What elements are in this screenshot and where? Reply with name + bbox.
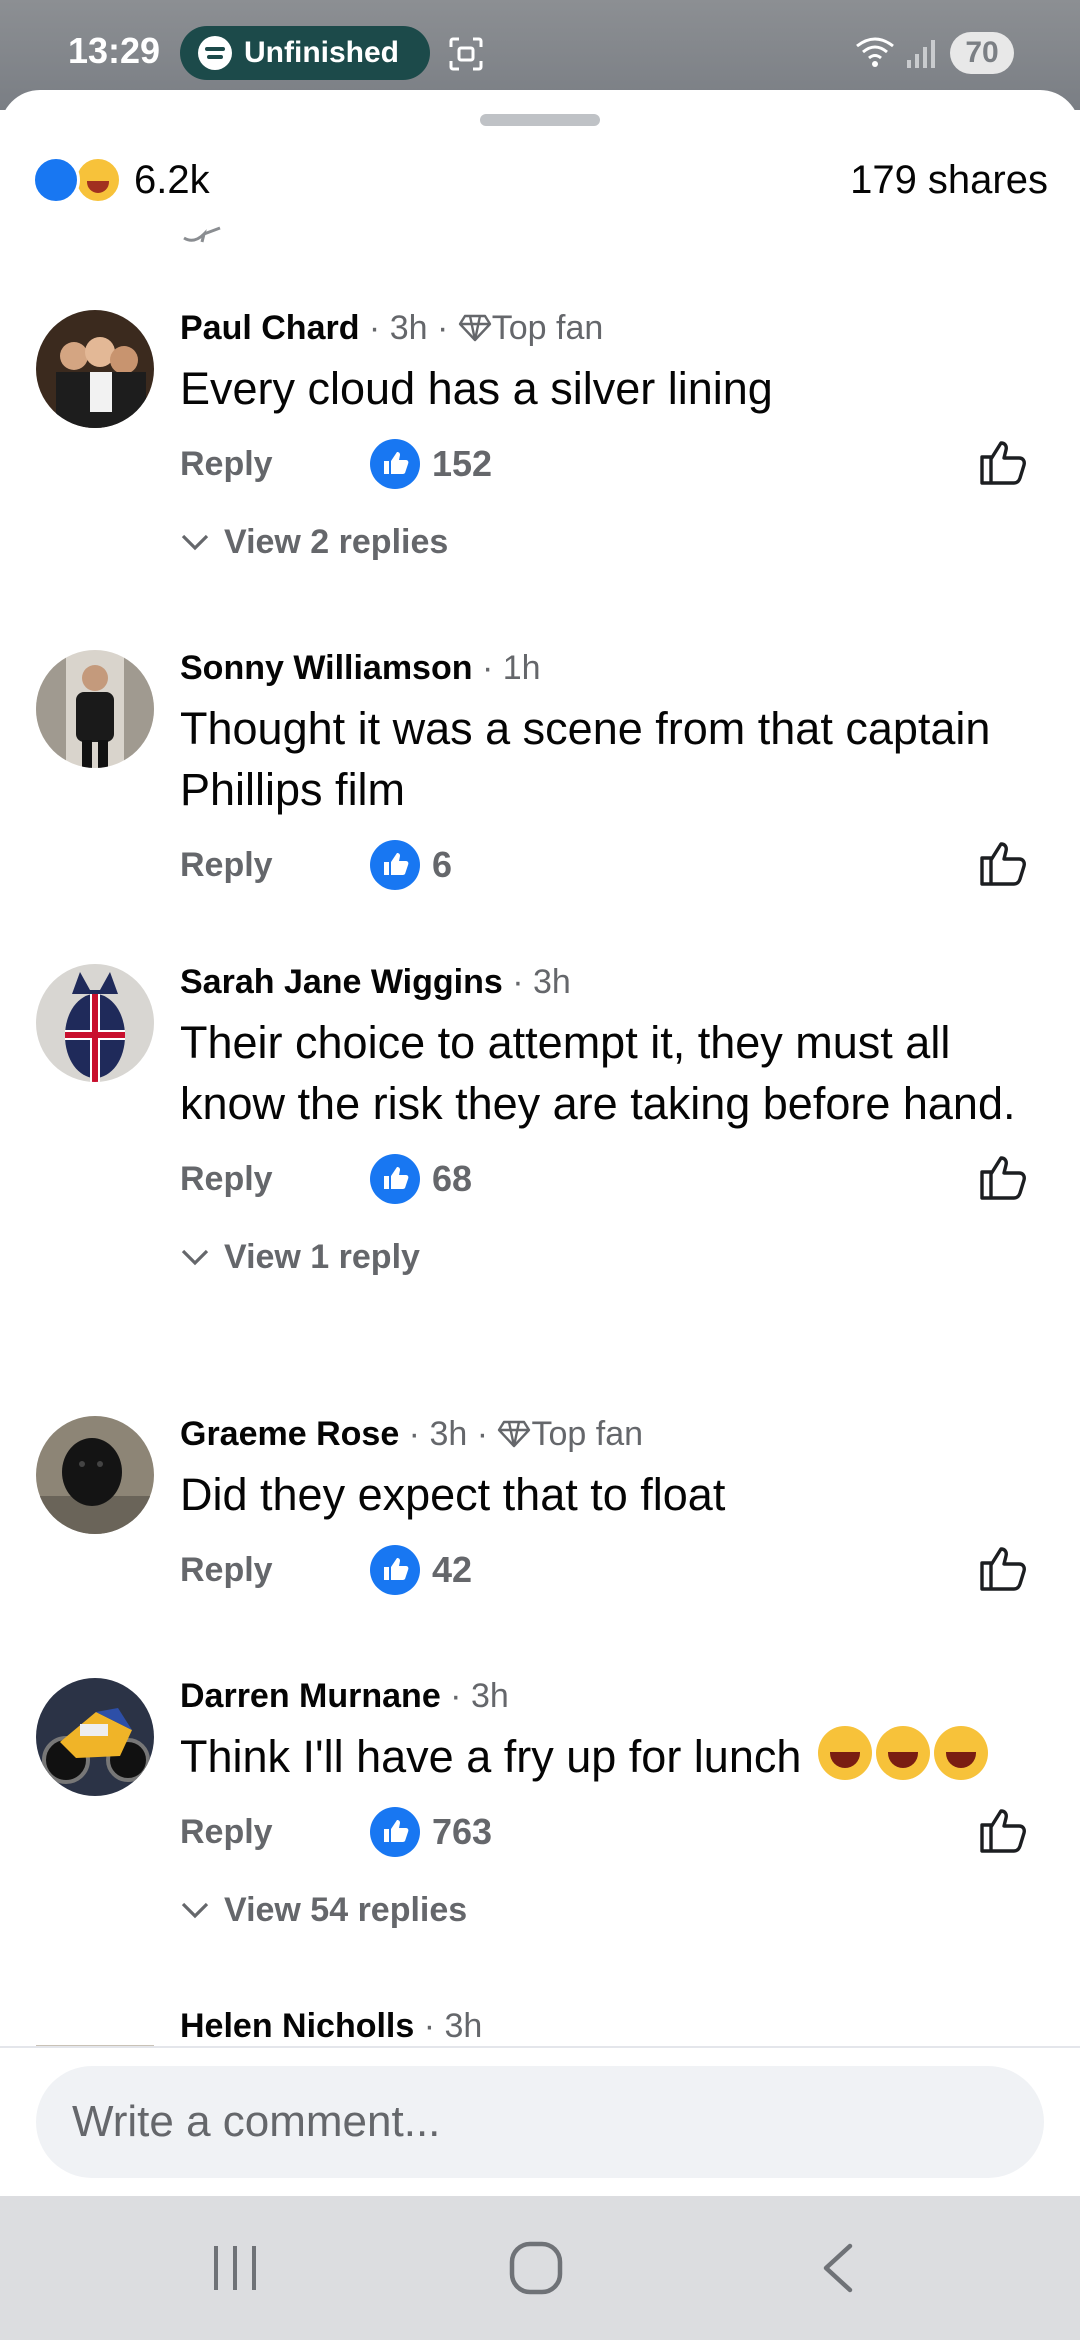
avatar[interactable] <box>36 1416 154 1534</box>
reaction-count: 6.2k <box>134 157 210 202</box>
view-replies-link[interactable]: View 1 reply <box>180 1232 1040 1282</box>
comment-actions: Reply 6 <box>180 836 1040 906</box>
reply-button[interactable]: Reply <box>180 1160 273 1199</box>
thumbs-up-icon[interactable] <box>976 1541 1030 1595</box>
comment-meta: · 3h · <box>399 1415 498 1453</box>
signal-icon <box>907 40 935 68</box>
comment-author[interactable]: Darren Murnane <box>180 1677 441 1715</box>
comment-author[interactable]: Sarah Jane Wiggins <box>180 963 503 1001</box>
clock: 13:29 <box>68 30 161 71</box>
avatar[interactable] <box>36 310 154 428</box>
like-badge-icon <box>370 439 420 489</box>
comment-actions: Reply 68 <box>180 1150 1040 1220</box>
home-icon[interactable] <box>506 2238 566 2298</box>
rofl-emoji-icon <box>817 1726 872 1780</box>
like-count: 152 <box>432 443 493 484</box>
chevron-down-icon <box>181 534 209 551</box>
reply-button[interactable]: Reply <box>180 1551 273 1590</box>
comment-item: Helen Nicholls · 3h <box>0 2006 1080 2046</box>
top-fan-badge: Top fan <box>491 309 604 347</box>
reply-button[interactable]: Reply <box>180 445 273 484</box>
like-count: 763 <box>432 1811 493 1852</box>
comment-text: Did they expect that to float <box>180 1469 726 1520</box>
comments-sheet: 6.2k 179 shares Paul Chard · 3h · Top fa… <box>0 90 1080 2340</box>
media-pill[interactable]: Unfinished <box>180 26 430 80</box>
like-count: 42 <box>432 1549 473 1590</box>
comment-meta: · 3h · <box>359 309 458 347</box>
comment-meta: · 3h <box>502 963 571 1001</box>
system-nav-bar <box>0 2196 1080 2340</box>
wifi-icon <box>856 37 894 67</box>
comment-text: Their choice to attempt it, they must al… <box>180 1017 1016 1129</box>
comment-body: Graeme Rose · 3h · Top fan Did they expe… <box>180 1412 1040 1611</box>
comment-author[interactable]: Sonny Williamson <box>180 649 473 687</box>
partial-icon <box>183 226 221 243</box>
back-icon[interactable] <box>818 2240 858 2296</box>
comment-text: Think I'll have a fry up for lunch <box>180 1731 802 1782</box>
screenshot-scan-icon <box>449 37 483 71</box>
comment-body: Paul Chard · 3h · Top fan Every cloud ha… <box>180 306 1040 567</box>
diamond-icon <box>458 314 491 342</box>
view-replies-link[interactable]: View 2 replies <box>180 517 1040 567</box>
comment-meta: · 3h <box>414 2007 483 2045</box>
like-summary[interactable]: 68 <box>370 1154 472 1204</box>
like-summary[interactable]: 152 <box>370 439 492 489</box>
top-fan-badge: Top fan <box>531 1415 644 1453</box>
comment-author[interactable]: Paul Chard <box>180 309 359 347</box>
reply-button[interactable]: Reply <box>180 846 273 885</box>
view-replies-label: View 2 replies <box>224 522 449 561</box>
comment-text: Thought it was a scene from that captain… <box>180 703 991 815</box>
diamond-icon <box>498 1420 531 1448</box>
comment-meta: · 1h <box>472 649 541 687</box>
comment-meta: · 3h <box>440 1677 509 1715</box>
like-badge-icon <box>370 840 420 890</box>
thumbs-up-icon[interactable] <box>976 836 1030 890</box>
thumbs-up-icon[interactable] <box>976 435 1030 489</box>
like-count: 68 <box>432 1158 473 1199</box>
reply-button[interactable]: Reply <box>180 1813 273 1852</box>
comment-body: Helen Nicholls · 3h <box>180 2006 1040 2046</box>
composer-divider <box>0 2046 1080 2048</box>
like-badge-icon <box>370 1545 420 1595</box>
chevron-down-icon <box>181 1249 209 1266</box>
comment-actions: Reply 763 <box>180 1803 1040 1873</box>
comment-actions: Reply 42 <box>180 1541 1040 1611</box>
chevron-down-icon <box>181 1902 209 1919</box>
thumbs-up-icon[interactable] <box>976 1803 1030 1857</box>
view-replies-link[interactable]: View 54 replies <box>180 1885 1040 1935</box>
media-pill-label: Unfinished <box>244 36 399 69</box>
sheet-drag-handle[interactable] <box>480 114 600 126</box>
like-summary[interactable]: 6 <box>370 840 452 890</box>
like-reaction-icon <box>32 156 80 204</box>
recent-apps-icon[interactable] <box>210 2240 260 2296</box>
rofl-emoji-icon <box>933 1726 988 1780</box>
avatar[interactable] <box>36 964 154 1082</box>
comment-input[interactable]: Write a comment... <box>36 2066 1044 2178</box>
comment-body: Sonny Williamson · 1h Thought it was a s… <box>180 646 1040 906</box>
comment-text: Every cloud has a silver lining <box>180 363 773 414</box>
like-badge-icon <box>370 1154 420 1204</box>
comment-body: Sarah Jane Wiggins · 3h Their choice to … <box>180 960 1040 1282</box>
comment-author[interactable]: Graeme Rose <box>180 1415 399 1453</box>
view-replies-label: View 1 reply <box>224 1237 420 1276</box>
like-summary[interactable]: 763 <box>370 1807 492 1857</box>
like-badge-icon <box>370 1807 420 1857</box>
comment-body: Darren Murnane · 3h Think I'll have a fr… <box>180 1674 1040 1935</box>
avatar[interactable] <box>36 650 154 768</box>
thumbs-up-icon[interactable] <box>976 1150 1030 1204</box>
avatar[interactable] <box>36 1678 154 1796</box>
comment-author[interactable]: Helen Nicholls <box>180 2007 414 2045</box>
like-count: 6 <box>432 844 453 885</box>
shares-count[interactable]: 179 shares <box>850 158 1048 203</box>
comment-actions: Reply 152 <box>180 435 1040 505</box>
haha-reaction-icon <box>74 156 122 204</box>
like-summary[interactable]: 42 <box>370 1545 472 1595</box>
spotify-icon <box>198 36 232 70</box>
reactions-summary[interactable]: 6.2k 179 shares <box>32 150 1048 210</box>
avatar[interactable] <box>36 2006 154 2046</box>
rofl-emoji-icon <box>875 1726 930 1780</box>
view-replies-label: View 54 replies <box>224 1890 468 1929</box>
battery-indicator: 70 <box>950 32 1014 74</box>
